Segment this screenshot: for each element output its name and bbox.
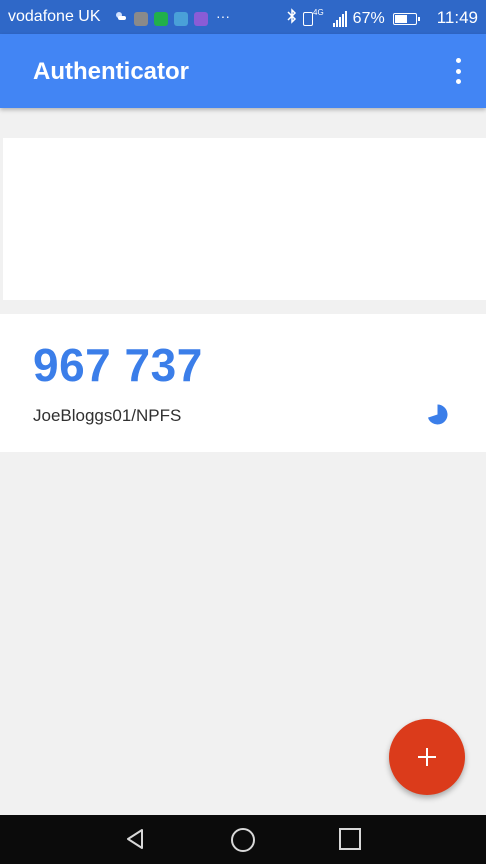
navigation-bar <box>0 815 486 864</box>
recents-icon[interactable] <box>320 815 380 864</box>
gallery-icon <box>174 11 188 26</box>
messenger-icon <box>194 11 208 26</box>
back-icon[interactable] <box>106 815 166 864</box>
account-card[interactable]: 967 737 JoeBloggs01/NPFS <box>0 314 486 452</box>
notification-icons: ··· <box>114 7 236 28</box>
whatsapp-icon <box>154 11 168 26</box>
app-bar: Authenticator <box>0 34 486 108</box>
system-icons: 4G 67% <box>287 8 421 29</box>
weather-icon <box>114 9 128 28</box>
status-bar: vodafone UK ··· 4G 67% 11:49 <box>0 0 486 34</box>
photo-icon <box>134 11 148 26</box>
signal-icon <box>332 10 347 27</box>
home-icon[interactable] <box>212 815 272 864</box>
app-title: Authenticator <box>33 58 189 85</box>
vibrate-icon <box>303 11 313 26</box>
add-account-button[interactable] <box>389 719 465 795</box>
bluetooth-icon <box>287 8 297 29</box>
countdown-timer-icon <box>427 404 448 425</box>
otp-code: 967 737 <box>33 339 203 391</box>
battery-percent: 67% <box>352 9 385 27</box>
more-vert-icon[interactable] <box>448 58 468 84</box>
status-clock: 11:49 <box>436 8 478 27</box>
account-name: JoeBloggs01/NPFS <box>33 406 182 425</box>
battery-icon <box>392 12 420 25</box>
more-notifications-icon: ··· <box>216 7 230 24</box>
carrier-name: vodafone UK <box>8 8 101 25</box>
blank-card <box>3 138 486 300</box>
network-type: 4G <box>313 8 324 17</box>
